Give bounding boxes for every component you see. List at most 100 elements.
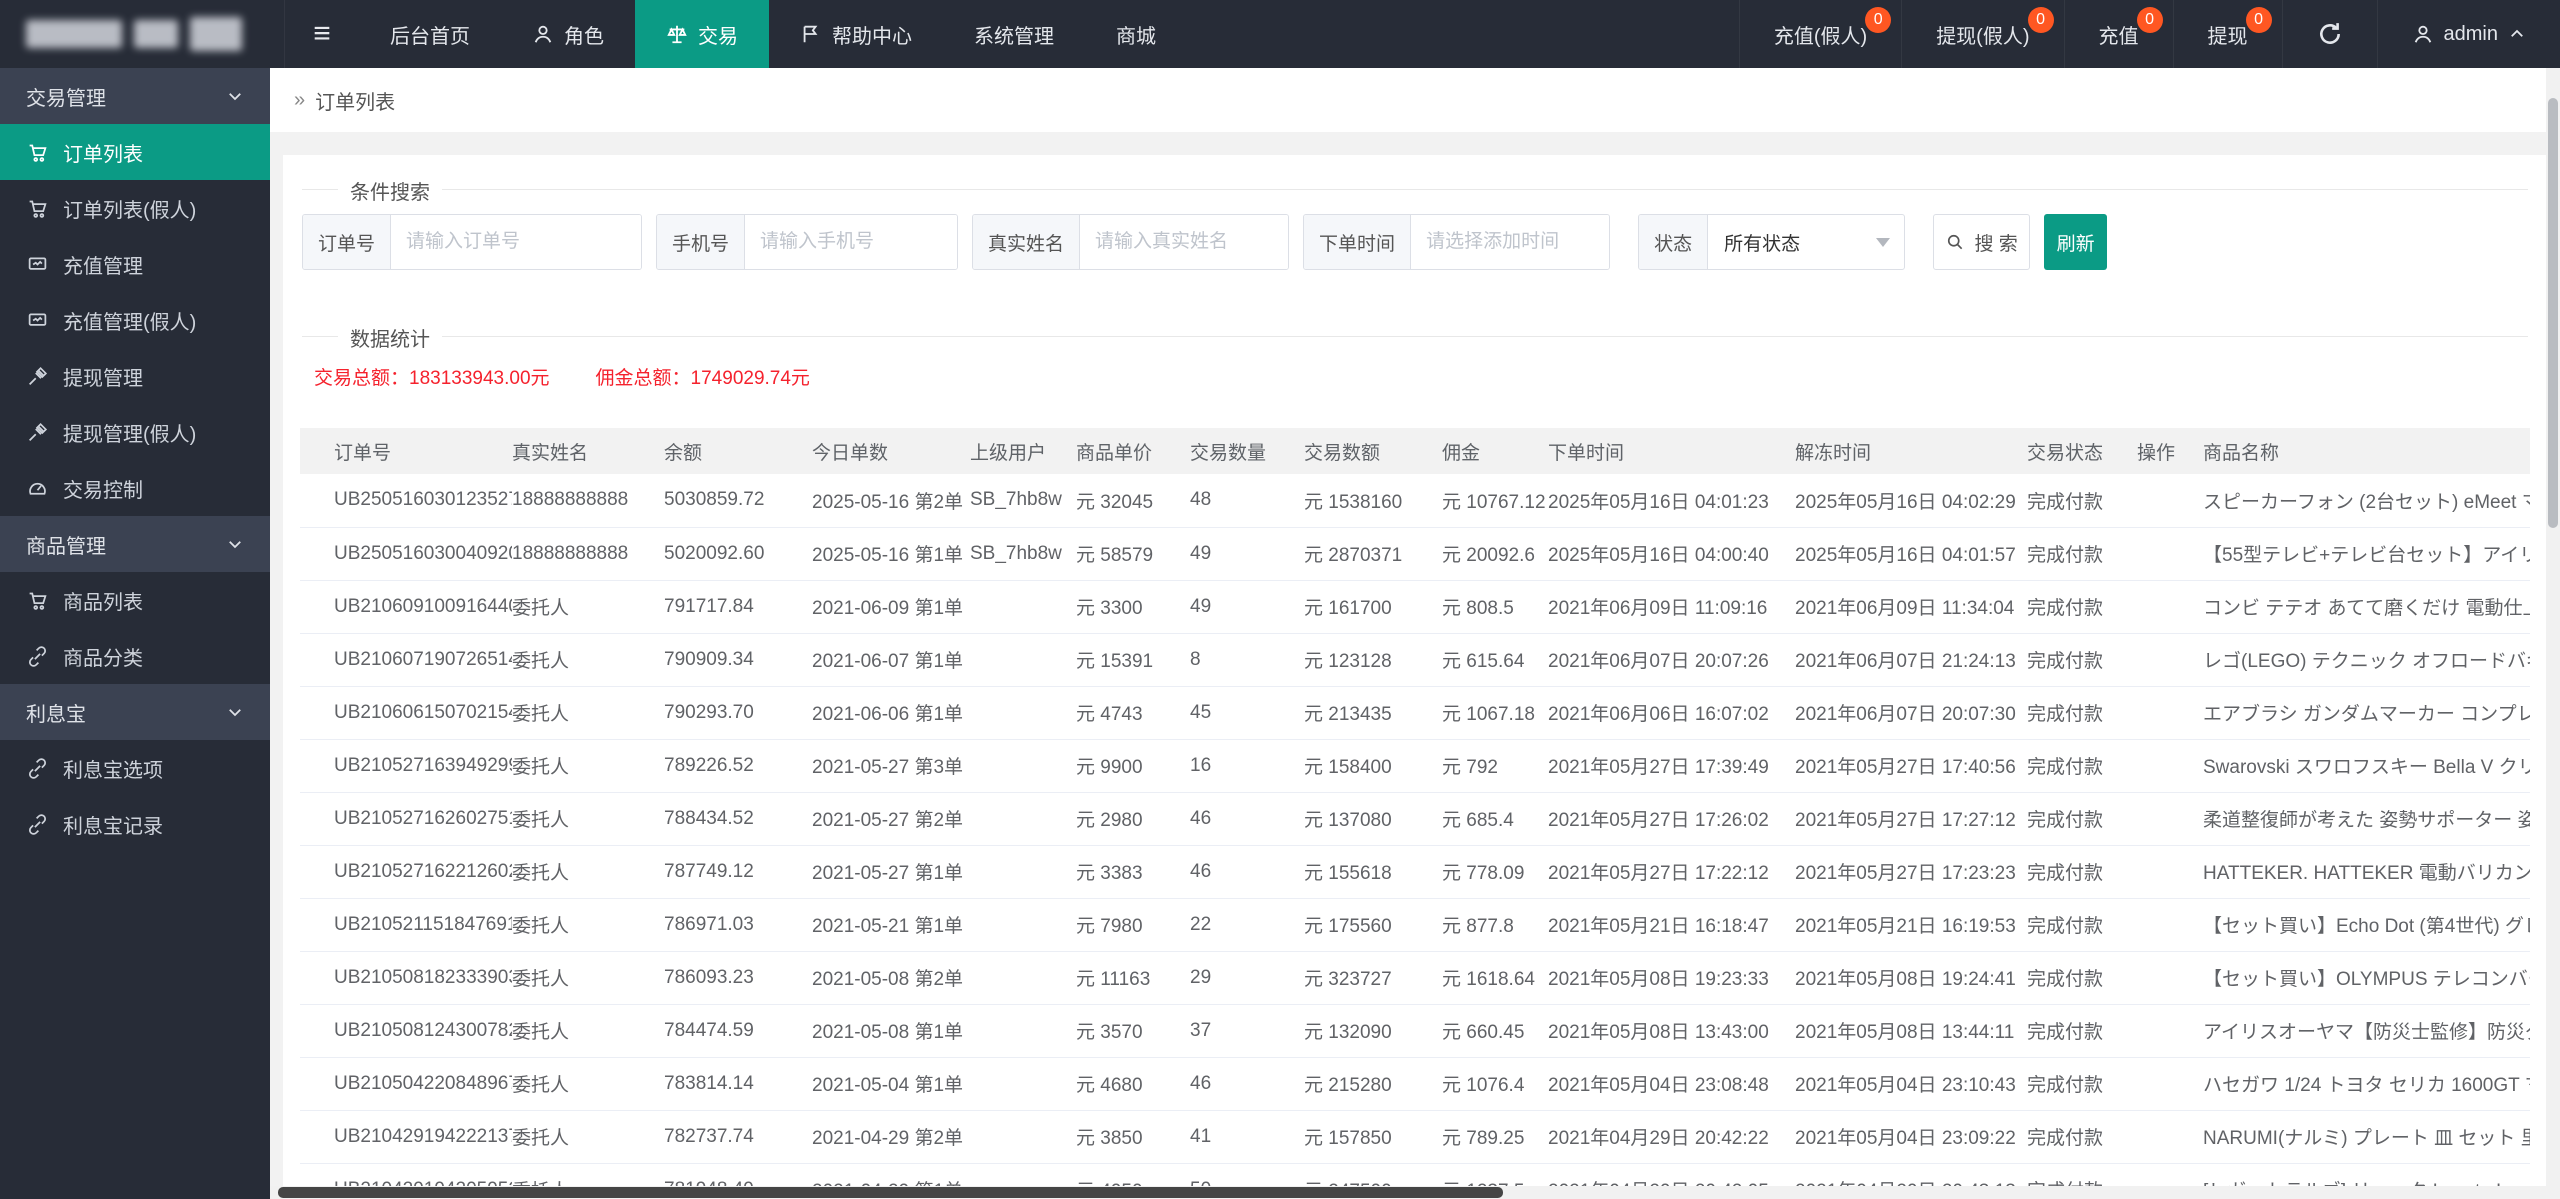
cart-icon [27, 590, 48, 611]
cell-unfreeze-time: 2021年05月27日 17:27:12 [1795, 792, 2027, 846]
content-card: 条件搜索 订单号 手机号 真实姓名 下单时间 状态 所有状态 [283, 155, 2546, 1199]
field-label: 下单时间 [1304, 215, 1412, 269]
cell-product-name: ハセガワ 1/24 トヨタ セリカ 1600GT マカ [2203, 1057, 2530, 1111]
cell-product-name: 【セット買い】OLYMPUS テレコンバータ [2203, 951, 2530, 1005]
sidebar-item-order-list[interactable]: 订单列表 [0, 124, 270, 180]
cell-real-name: 委托人 [512, 633, 664, 687]
cell-today-count: 2021-05-04 第1单 [812, 1057, 970, 1111]
vertical-scrollbar-thumb[interactable] [2548, 98, 2558, 528]
phone-field: 手机号 [656, 214, 959, 270]
nav-item-home[interactable]: 后台首页 [359, 0, 501, 68]
sidebar-item-withdraw-mgmt-fake[interactable]: 提现管理(假人) [0, 404, 270, 460]
nav-item-label: 帮助中心 [832, 25, 912, 48]
sidebar-item-trade-control[interactable]: 交易控制 [0, 460, 270, 516]
cell-trade-amount: 元 1538160 [1304, 474, 1442, 528]
cell-trade-amount: 元 155618 [1304, 845, 1442, 899]
table-header-row: 订单号 真实姓名 余额 今日单数 上级用户 商品单价 交易数量 交易数额 佣金 下单时间 解冻时间交… [300, 428, 2530, 474]
sidebar-item-product-category[interactable]: 商品分类 [0, 628, 270, 684]
cell-parent-user [970, 1057, 1076, 1111]
sidebar-item-recharge-mgmt-fake[interactable]: 充值管理(假人) [0, 292, 270, 348]
sidebar-item-interest-records[interactable]: 利息宝记录 [0, 796, 270, 852]
cell-today-count: 2021-05-27 第2单 [812, 792, 970, 846]
phone-input[interactable] [745, 215, 958, 269]
cell-real-name: 18888888888 [512, 527, 664, 581]
nav-item-roles[interactable]: 角色 [501, 0, 635, 68]
cell-balance: 790909.34 [664, 633, 812, 687]
table-row: UB2105081243007829 委托人 784474.59 2021-05-08… [300, 1004, 2530, 1058]
nav-withdraw-fake[interactable]: 提现(假人) 0 [1901, 0, 2063, 68]
horizontal-scrollbar-thumb[interactable] [278, 1187, 1503, 1198]
menu-toggle-icon[interactable]: ≡ [285, 0, 359, 68]
cell-trade-qty: 37 [1190, 1004, 1304, 1058]
sidebar-item-interest-options[interactable]: 利息宝选项 [0, 740, 270, 796]
table-row: UB2105271639492994 委托人 789226.52 2021-05-27… [300, 739, 2530, 793]
cell-trade-amount: 元 123128 [1304, 633, 1442, 687]
cell-commission: 元 685.4 [1442, 792, 1548, 846]
order-time-input[interactable] [1411, 215, 1610, 269]
cell-trade-status: 完成付款 [2027, 1110, 2137, 1164]
cell-product-name: 柔道整復師が考えた 姿勢サポーター 姿勢 [2203, 792, 2530, 846]
table-row: UB2105042208489672 委托人 783814.14 2021-05-04… [300, 1057, 2530, 1111]
cell-balance: 786093.23 [664, 951, 812, 1005]
cell-action [2137, 845, 2203, 899]
sidebar-item-withdraw-mgmt[interactable]: 提现管理 [0, 348, 270, 404]
nav-recharge[interactable]: 充值 0 [2063, 0, 2173, 68]
cell-unfreeze-time: 2021年05月08日 19:24:41 [1795, 951, 2027, 1005]
real-name-input[interactable] [1080, 215, 1289, 269]
cell-unfreeze-time: 2025年05月16日 04:02:29 [1795, 474, 2027, 528]
sidebar-group-label: 利息宝 [26, 703, 86, 726]
cell-trade-amount: 元 2870371 [1304, 527, 1442, 581]
nav-item-trade[interactable]: 交易 [635, 0, 769, 68]
cell-unfreeze-time: 2021年06月07日 20:07:30 [1795, 686, 2027, 740]
status-selected-value: 所有状态 [1724, 233, 1801, 255]
field-label: 真实姓名 [973, 215, 1081, 269]
user-menu[interactable]: admin [2376, 0, 2560, 68]
table-row: UB2105271622126026 委托人 787749.12 2021-05-27… [300, 845, 2530, 899]
sidebar-item-recharge-mgmt[interactable]: 充值管理 [0, 236, 270, 292]
order-no-input[interactable] [391, 215, 642, 269]
sidebar-group-product-mgmt[interactable]: 商品管理 [0, 516, 270, 572]
cell-parent-user: SB_7hb8w [970, 527, 1076, 581]
sidebar-item-order-list-fake[interactable]: 订单列表(假人) [0, 180, 270, 236]
sidebar-item-label: 订单列表 [63, 143, 143, 166]
cell-order-time: 2021年06月09日 11:09:16 [1548, 580, 1795, 634]
vertical-scrollbar [2546, 68, 2560, 1199]
nav-recharge-fake[interactable]: 充值(假人) 0 [1738, 0, 1901, 68]
sidebar-group-interest-treasure[interactable]: 利息宝 [0, 684, 270, 740]
sidebar-item-label: 利息宝记录 [63, 815, 163, 838]
refresh-list-button[interactable]: 刷新 [2044, 214, 2108, 270]
cell-trade-amount: 元 132090 [1304, 1004, 1442, 1058]
cell-trade-amount: 元 213435 [1304, 686, 1442, 740]
nav-item-mall[interactable]: 商城 [1085, 0, 1187, 68]
cell-commission: 元 20092.6 [1442, 527, 1548, 581]
status-select[interactable]: 状态 所有状态 [1638, 214, 1906, 270]
cell-trade-qty: 29 [1190, 951, 1304, 1005]
cell-product-name: コンビ テテオ あてて磨くだけ 電動仕上げ [2203, 580, 2530, 634]
nav-item-help-center[interactable]: 帮助中心 [769, 0, 943, 68]
sidebar-group-label: 商品管理 [26, 535, 106, 558]
search-button[interactable]: 搜 索 [1933, 214, 2031, 270]
username: admin [2443, 22, 2498, 45]
cell-order-time: 2021年06月06日 16:07:02 [1548, 686, 1795, 740]
table-row: UB2505160301235279 18888888888 5030859.72 2… [300, 474, 2530, 528]
cell-order-no: UB2105271622126026 [300, 845, 512, 899]
cell-trade-status: 完成付款 [2027, 633, 2137, 687]
cell-real-name: 委托人 [512, 1110, 664, 1164]
search-button-label: 搜 索 [1974, 233, 2018, 255]
board-icon [27, 254, 48, 275]
cell-trade-amount: 元 137080 [1304, 792, 1442, 846]
refresh-button[interactable] [2281, 0, 2377, 68]
cell-parent-user [970, 580, 1076, 634]
cell-balance: 790293.70 [664, 686, 812, 740]
nav-item-system[interactable]: 系统管理 [943, 0, 1085, 68]
total-commission: 佣金总额：1749029.74元 [595, 368, 810, 389]
cell-parent-user [970, 951, 1076, 1005]
field-label: 手机号 [657, 215, 746, 269]
cell-trade-qty: 46 [1190, 792, 1304, 846]
nav-withdraw[interactable]: 提现 0 [2172, 0, 2282, 68]
sidebar-group-trade-mgmt[interactable]: 交易管理 [0, 68, 270, 124]
orders-table: 订单号 真实姓名 余额 今日单数 上级用户 商品单价 交易数量 交易数额 佣金 下单时间 解冻时间交… [300, 428, 2530, 1199]
table-row: UB2106061507021549 委托人 790293.70 2021-06-06… [300, 686, 2530, 740]
sidebar-item-product-list[interactable]: 商品列表 [0, 572, 270, 628]
table-row: UB2505160300409202 18888888888 5020092.60 2… [300, 527, 2530, 581]
